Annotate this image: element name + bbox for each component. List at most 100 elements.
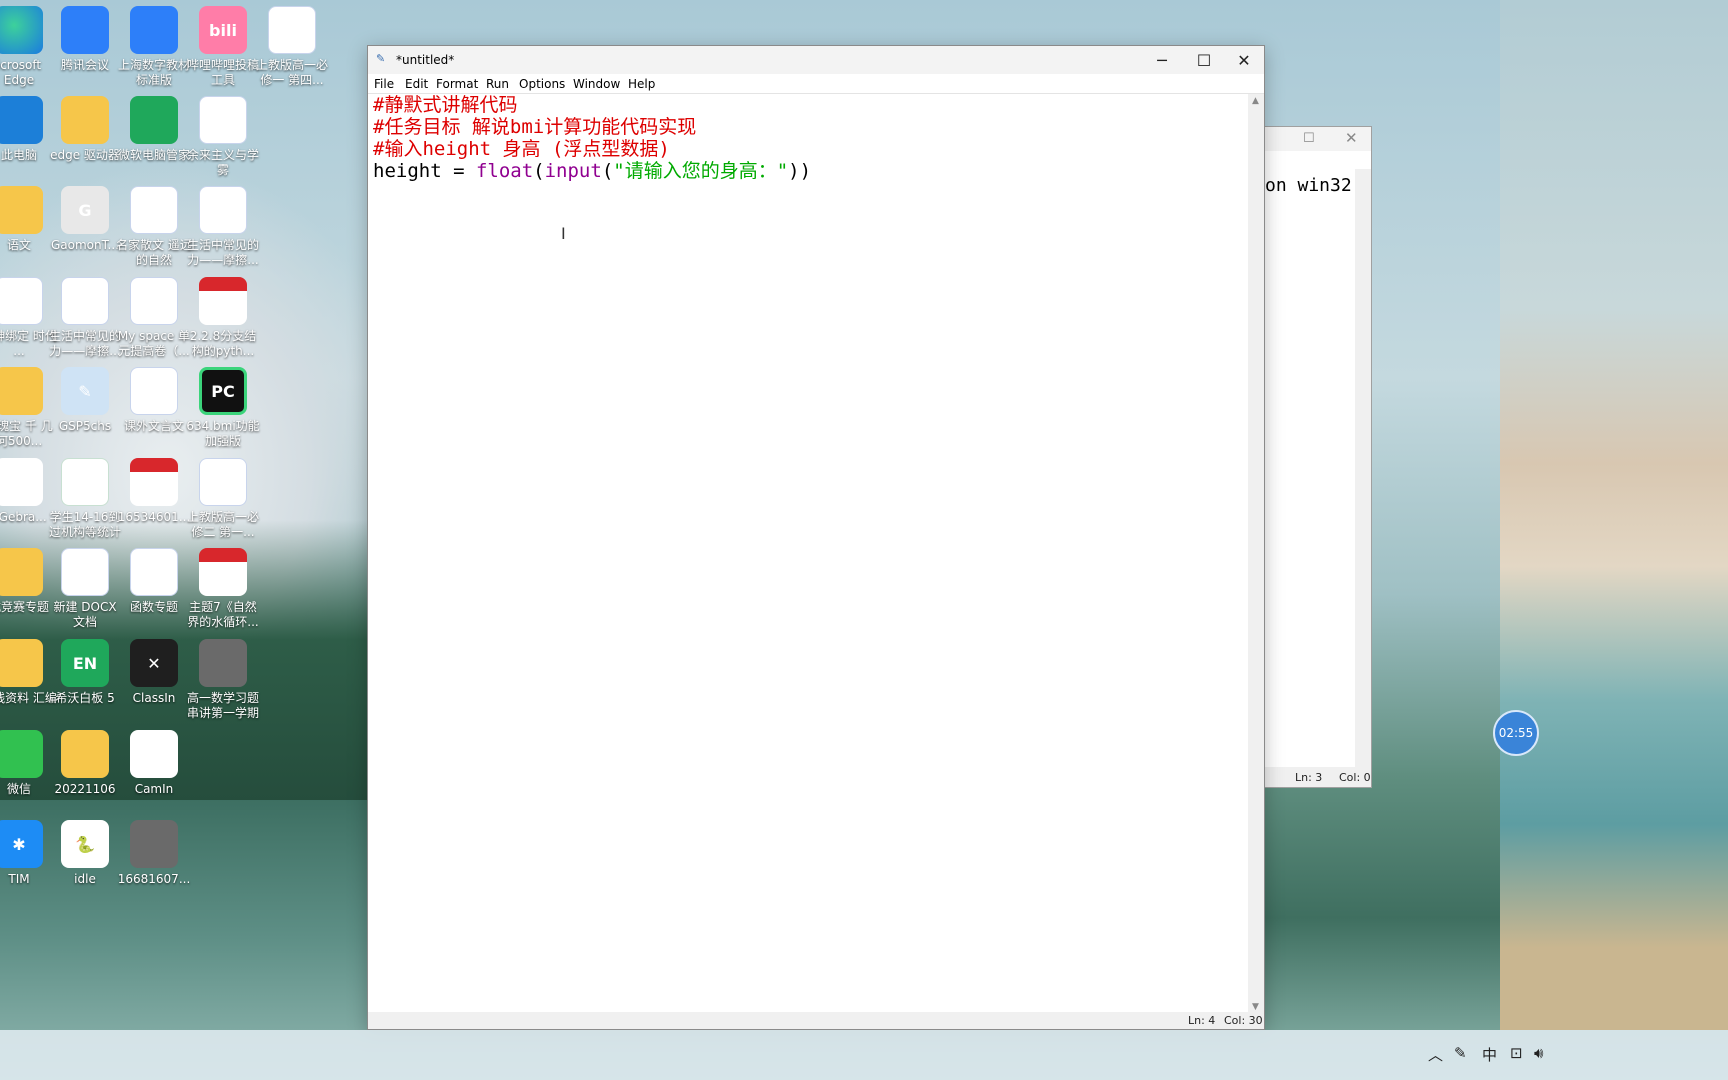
desktop-icon[interactable]: PDF 16534601... (115, 458, 193, 525)
pen-icon[interactable]: ✎ (1454, 1044, 1467, 1062)
volume-icon[interactable]: 🔊︎ (1534, 1044, 1543, 1062)
desktop-icon[interactable]: PDF 主题7《自然界的水循环... (184, 548, 262, 630)
desktop-icon[interactable]: W 余来主义与学雾 (184, 96, 262, 178)
window-titlebar[interactable]: ✎ *untitled* ─ ☐ ✕ (368, 46, 1264, 74)
desktop-icon-label: 课外文言文 (123, 419, 184, 433)
window-title: *untitled* (396, 53, 455, 67)
desktop-icon[interactable]: 🐍 idle (46, 820, 124, 887)
desktop-icon[interactable]: W 上教版高一必修二 第一... (184, 458, 262, 540)
timer-badge[interactable]: 02:55 (1493, 710, 1539, 756)
desktop-icon-glyph: ✱ (0, 820, 43, 868)
status-line: Ln: 4 (1188, 1014, 1216, 1027)
menu-help[interactable]: Help (628, 77, 655, 91)
shell-statusbar: Ln: 3 Col: 0 (1261, 767, 1371, 787)
desktop-icon-label: 生活中常见的力——摩擦... (48, 329, 121, 358)
desktop-icon-label: 634.bmi功能加强版 (186, 419, 260, 448)
maximize-icon[interactable]: ☐ (1303, 131, 1315, 146)
idle-app-icon: ✎ (376, 52, 386, 65)
taskbar: ︿ ✎ 中 ⊡ 🔊︎ (0, 1030, 1728, 1080)
desktop-icon[interactable]: 16681607... (115, 820, 193, 887)
desktop-icon[interactable]: W 生活中常见的力——摩擦... (46, 277, 124, 359)
desktop-icon-label: 新建 DOCX 文档 (53, 600, 117, 629)
desktop-icon-glyph (130, 96, 178, 144)
maximize-button[interactable]: ☐ (1183, 46, 1225, 74)
code-line-2: #任务目标 解说bmi计算功能代码实现 (373, 116, 697, 138)
desktop-icon[interactable]: edge 驱动器 (46, 96, 124, 163)
desktop-icon-label: 高一数学习题串讲第一学期 (186, 691, 259, 720)
desktop-icon[interactable]: EN 希沃白板 5 (46, 639, 124, 706)
code-builtin-input: input (544, 160, 602, 182)
desktop-icon[interactable]: PDF 2.2.8分支结构的pyth... (184, 277, 262, 359)
code-var: height = (373, 160, 476, 182)
desktop-icon[interactable]: 20221106 (46, 730, 124, 797)
shell-scrollbar[interactable] (1355, 169, 1371, 769)
desktop-icon-glyph: PDF (130, 458, 178, 506)
shell-titlebar: ☐ ✕ (1261, 127, 1371, 151)
desktop-icon-glyph (199, 639, 247, 687)
desktop-icon[interactable]: C CamIn (115, 730, 193, 797)
close-button[interactable]: ✕ (1223, 46, 1265, 74)
desktop-icon[interactable]: X 学生14-16到 过机构等统计 (46, 458, 124, 540)
code-paren-close: )) (788, 160, 812, 182)
desktop-icon[interactable]: 微软电脑管家 (115, 96, 193, 163)
editor-statusbar: Ln: 4 Col: 30 (368, 1012, 1264, 1029)
desktop-icon[interactable]: ✕ ClassIn (115, 639, 193, 706)
code-editor[interactable]: #静默式讲解代码 #任务目标 解说bmi计算功能代码实现 #输入height 身… (368, 94, 1248, 1014)
desktop-icon[interactable]: W 生活中常见的力——摩擦... (184, 186, 262, 268)
menu-window[interactable]: Window (573, 77, 620, 91)
desktop-icon-glyph: C (130, 730, 178, 778)
desktop-icon[interactable]: W 函数专题 (115, 548, 193, 615)
menu-edit[interactable]: Edit (405, 77, 428, 91)
desktop-icon-label: 生活中常见的力——摩擦... (186, 238, 259, 267)
text-cursor-icon: I (561, 224, 566, 243)
desktop-icon-label: CamIn (134, 782, 174, 796)
desktop-icon[interactable]: W 新建 DOCX 文档 (46, 548, 124, 630)
desktop-icon-label: 20221106 (54, 782, 116, 796)
desktop-icon[interactable]: W 课外文言文 (115, 367, 193, 434)
editor-scrollbar[interactable]: ▲ ▼ (1248, 94, 1264, 1014)
code-line-1: #静默式讲解代码 (373, 94, 518, 116)
desktop-icon-glyph: ✕ (130, 639, 178, 687)
desktop-icon-glyph: ⬡ (0, 458, 43, 506)
desktop-icon-glyph (0, 186, 43, 234)
minimize-icon: ─ (1157, 50, 1167, 70)
menu-run[interactable]: Run (486, 77, 509, 91)
menu-file[interactable]: File (374, 77, 394, 91)
desktop-icon[interactable]: W 上教版高一必修一 第四... (253, 6, 331, 88)
close-icon[interactable]: ✕ (1345, 129, 1358, 147)
desktop-icon-glyph: ✎ (61, 367, 109, 415)
desktop-icon[interactable]: 上海数字教材标准版 (115, 6, 193, 88)
desktop-icon-glyph: W (199, 458, 247, 506)
desktop-icon[interactable]: W My space 单元提高卷（... (115, 277, 193, 359)
shell-output-text: on win32 (1265, 175, 1352, 196)
idle-shell-window[interactable]: ☐ ✕ on win32 Ln: 3 Col: 0 (1260, 126, 1372, 788)
minimize-button[interactable]: ─ (1141, 46, 1183, 74)
desktop-icon[interactable]: 高一数学习题串讲第一学期 (184, 639, 262, 721)
menu-options[interactable]: Options (519, 77, 565, 91)
desktop-icon-glyph: W (0, 277, 43, 325)
desktop-icon[interactable]: PC 634.bmi功能加强版 (184, 367, 262, 449)
ime-indicator[interactable]: 中 (1482, 1044, 1497, 1065)
desktop-icon[interactable]: G GaomonT... (46, 186, 124, 253)
network-icon[interactable]: ⊡ (1510, 1044, 1523, 1062)
idle-editor-window[interactable]: ✎ *untitled* ─ ☐ ✕ File Edit Format Run … (367, 45, 1265, 1030)
tray-chevron-icon[interactable]: ︿ (1428, 1044, 1443, 1065)
desktop-icon[interactable]: W 名家散文 遥远的自然 (115, 186, 193, 268)
desktop-icon-glyph (0, 367, 43, 415)
code-paren: ( (533, 160, 545, 182)
desktop-icon-glyph (61, 6, 109, 54)
menu-format[interactable]: Format (436, 77, 478, 91)
desktop-icon-glyph: bili (199, 6, 247, 54)
desktop-icon[interactable]: ✎ GSP5chs (46, 367, 124, 434)
desktop-icon[interactable]: bili 哔哩哔哩投稿工具 (184, 6, 262, 88)
desktop-icon-glyph: W (199, 186, 247, 234)
desktop-icon-glyph: PDF (199, 277, 247, 325)
scroll-up-icon[interactable]: ▲ (1252, 96, 1259, 106)
desktop-icon-glyph: W (268, 6, 316, 54)
desktop-icon-label: 上海数字教材标准版 (117, 58, 190, 87)
desktop-icon-glyph: PC (199, 367, 247, 415)
desktop-icon-glyph: W (61, 277, 109, 325)
desktop-icon-glyph: W (130, 186, 178, 234)
desktop-icon[interactable]: 腾讯会议 (46, 6, 124, 73)
scroll-down-icon[interactable]: ▼ (1252, 1002, 1259, 1012)
